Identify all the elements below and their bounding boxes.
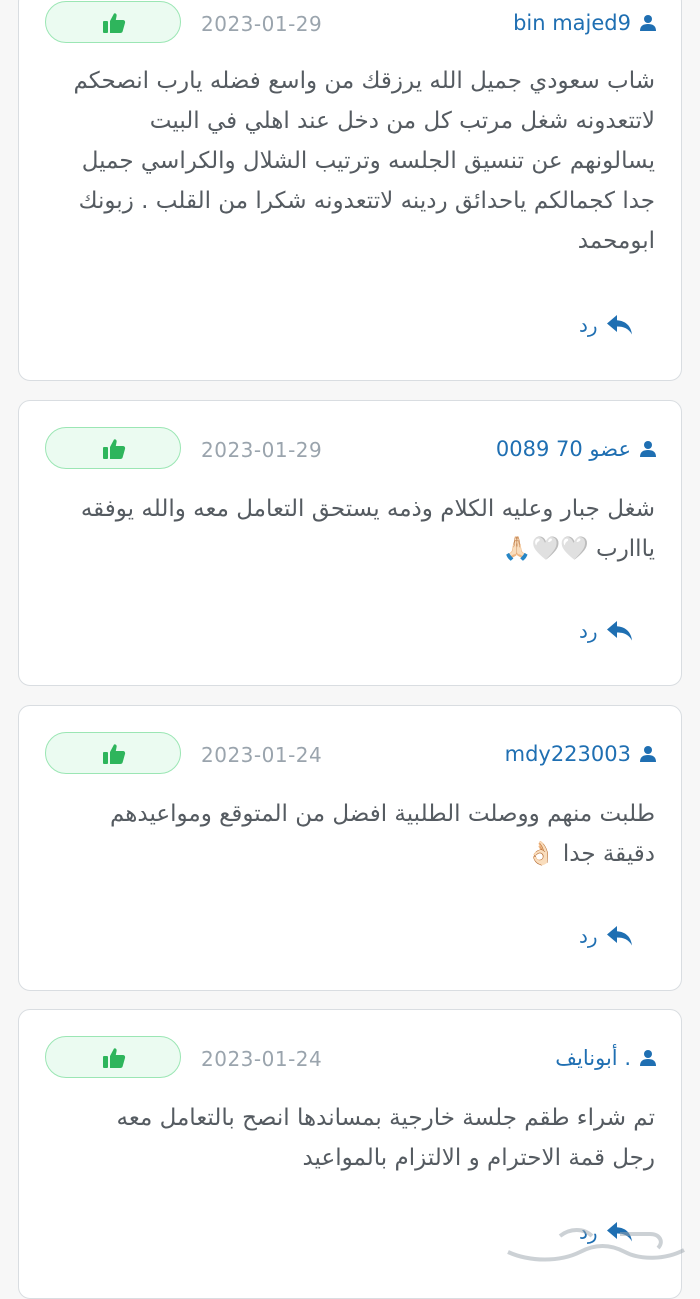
comment-date: 2023-01-24 — [201, 743, 323, 767]
comment-date: 2023-01-29 — [201, 438, 323, 462]
user-icon — [640, 441, 656, 457]
comment-card: 2023-01-29 bin majed9 شاب سعودي جميل الل… — [18, 0, 682, 381]
author-name[interactable]: mdy223003 — [505, 742, 631, 766]
comment-author[interactable]: عضو 70 0089 — [496, 437, 657, 461]
reply-label[interactable]: رد — [579, 619, 598, 643]
reply-arrow-icon — [606, 926, 632, 946]
reply-label[interactable]: رد — [579, 924, 598, 948]
reply-label[interactable]: رد — [579, 313, 598, 337]
comment-text: شاب سعودي جميل الله يرزقك من واسع فضله ي… — [73, 68, 655, 254]
author-name[interactable]: bin majed9 — [513, 11, 631, 35]
like-button[interactable] — [45, 1, 181, 43]
comment-card: 2023-01-29 عضو 70 0089 شغل جبار وعليه ال… — [18, 400, 682, 686]
author-name[interactable]: أبونايف . — [555, 1046, 631, 1070]
comment-author[interactable]: أبونايف . — [555, 1046, 657, 1070]
reply-arrow-icon — [606, 621, 632, 641]
comment-text: شغل جبار وعليه الكلام وذمه يستحق التعامل… — [80, 496, 655, 562]
thumbs-up-icon — [103, 744, 126, 764]
comment-card: 2023-01-24 mdy223003 طلبت منهم ووصلت الط… — [18, 705, 682, 991]
reply-button[interactable]: رد — [579, 313, 634, 337]
comment-date: 2023-01-24 — [201, 1047, 323, 1071]
reply-button[interactable]: رد — [579, 924, 634, 948]
user-icon — [640, 746, 656, 762]
comment-author[interactable]: bin majed9 — [513, 11, 657, 35]
like-button[interactable] — [45, 1036, 181, 1078]
thumbs-up-icon — [103, 1048, 126, 1068]
watermark-logo-icon — [507, 1228, 685, 1262]
user-icon — [640, 1050, 656, 1066]
like-button[interactable] — [45, 732, 181, 774]
comment-text: طلبت منهم ووصلت الطلبية افضل من المتوقع … — [109, 801, 655, 867]
thumbs-up-icon — [103, 13, 126, 33]
reply-button[interactable]: رد — [579, 619, 634, 643]
comment-date: 2023-01-29 — [201, 12, 323, 36]
reply-arrow-icon — [606, 315, 632, 335]
thumbs-up-icon — [103, 439, 126, 459]
comment-author[interactable]: mdy223003 — [505, 742, 657, 766]
author-name[interactable]: عضو 70 0089 — [496, 437, 631, 461]
user-icon — [640, 15, 656, 31]
like-button[interactable] — [45, 427, 181, 469]
comment-text: تم شراء طقم جلسة خارجية بمساندها انصح با… — [116, 1105, 655, 1171]
